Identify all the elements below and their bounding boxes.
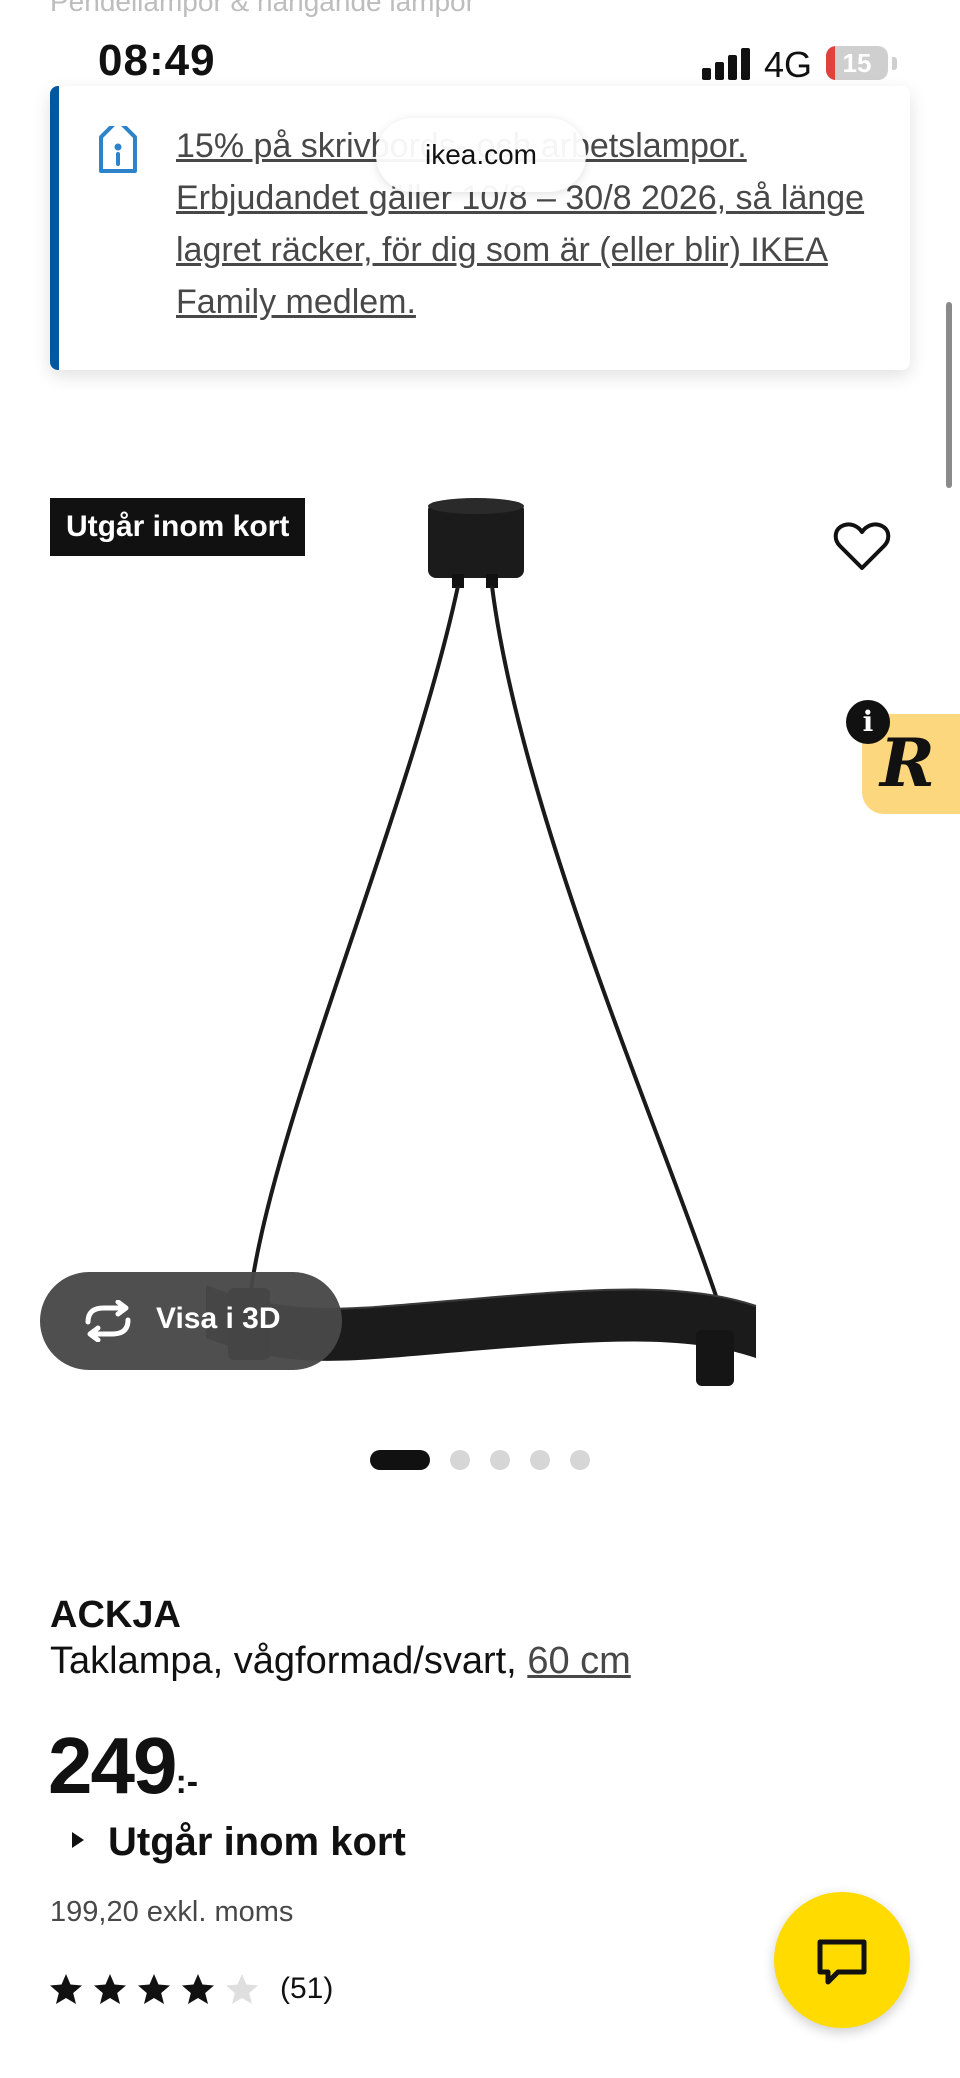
- view-3d-label: Visa i 3D: [156, 1302, 281, 1335]
- scrollbar[interactable]: [946, 302, 952, 488]
- price-suffix: :-: [175, 1763, 199, 1801]
- product-price: 249:-: [48, 1720, 198, 1812]
- image-carousel-dots[interactable]: [370, 1448, 590, 1472]
- chat-button[interactable]: [774, 1892, 910, 2028]
- product-description: Taklampa, vågformad/svart, 60 cm: [50, 1640, 631, 1683]
- availability-toggle[interactable]: Utgår inom kort: [72, 1820, 406, 1865]
- star-filled-icon: [138, 1974, 170, 2004]
- star-filled-icon: [50, 1974, 82, 2004]
- battery-level: 15: [842, 48, 872, 78]
- battery-cap: [892, 57, 897, 70]
- rotate-icon: [85, 1300, 131, 1342]
- promo-accent-bar: [50, 86, 59, 370]
- carousel-dot[interactable]: [570, 1450, 590, 1470]
- carousel-dot[interactable]: [530, 1450, 550, 1470]
- tag-icon: [99, 126, 137, 173]
- price-excl-vat: 199,20 exkl. moms: [50, 1896, 294, 1928]
- product-description-text: Taklampa, vågformad/svart,: [50, 1640, 528, 1682]
- carousel-dot[interactable]: [490, 1450, 510, 1470]
- star-empty-icon: [226, 1974, 258, 2004]
- star-filled-icon: [182, 1974, 214, 2004]
- url-bar[interactable]: ikea.com: [376, 118, 586, 192]
- status-badge: Utgår inom kort: [50, 498, 306, 556]
- size-link[interactable]: 60 cm: [527, 1640, 630, 1682]
- caret-right-icon: [72, 1832, 84, 1849]
- availability-label: Utgår inom kort: [108, 1820, 406, 1864]
- rating[interactable]: (51): [48, 1972, 333, 2006]
- product-name: ACKJA: [50, 1594, 181, 1636]
- heart-icon[interactable]: [832, 520, 892, 574]
- info-icon[interactable]: i: [846, 700, 890, 744]
- extension-logo: R: [880, 724, 935, 802]
- view-3d-button[interactable]: Visa i 3D: [40, 1272, 342, 1370]
- product-image[interactable]: [160, 490, 780, 1390]
- clock: 08:49: [98, 36, 216, 85]
- price-amount: 249: [48, 1721, 177, 1810]
- star-filled-icon: [94, 1974, 126, 2004]
- battery-icon: 15: [826, 46, 888, 80]
- chat-icon: [817, 1939, 867, 1985]
- review-count[interactable]: (51): [280, 1972, 333, 2006]
- signal-icon: [702, 48, 750, 80]
- network-type: 4G: [764, 44, 813, 85]
- carousel-dot[interactable]: [370, 1450, 430, 1470]
- carousel-dot[interactable]: [450, 1450, 470, 1470]
